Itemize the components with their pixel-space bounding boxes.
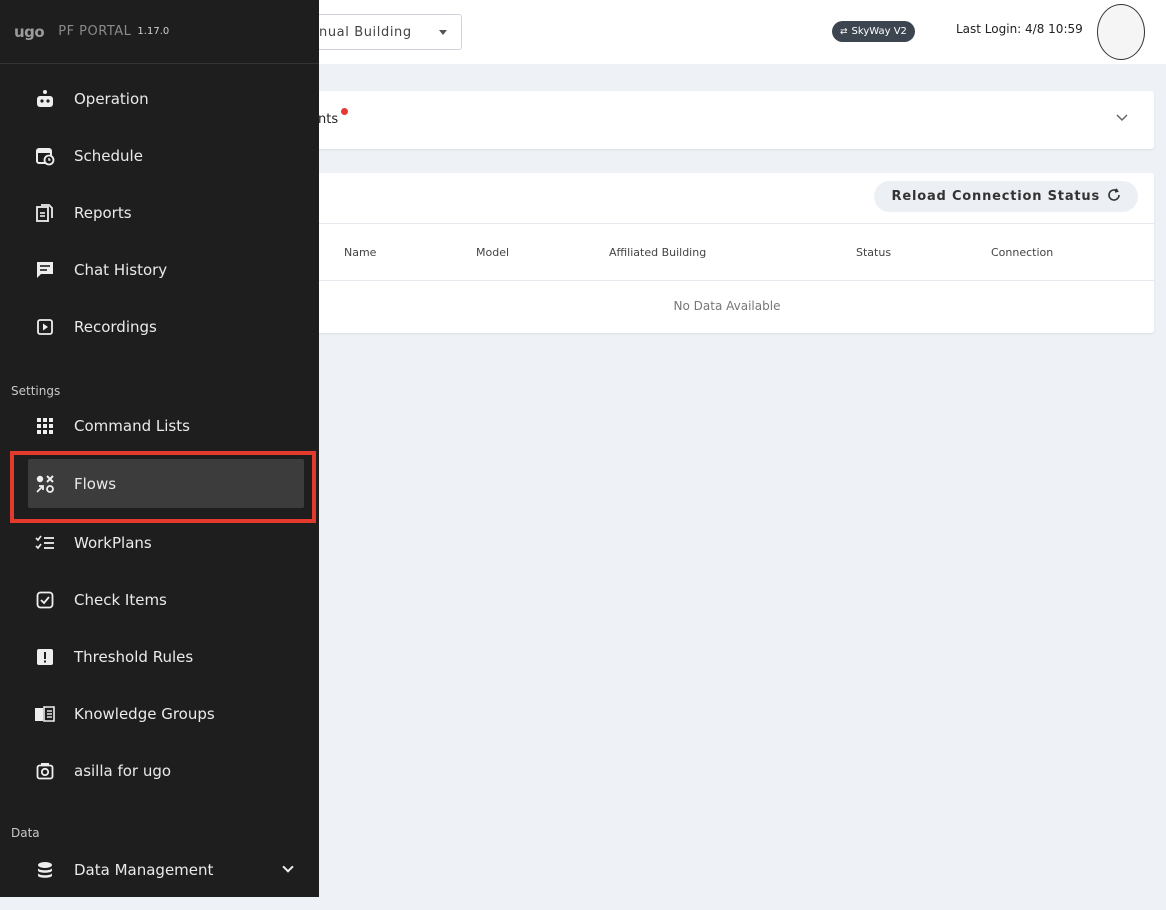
sidebar-item-check-items[interactable]: Check Items <box>28 575 304 624</box>
building-select-value: nual Building <box>319 24 412 40</box>
reload-connection-button[interactable]: Reload Connection Status <box>873 181 1138 212</box>
section-title-data: Data <box>11 826 40 840</box>
table-header: Name Model Affiliated Building Status Co… <box>300 223 1154 281</box>
sidebar-item-label: Operation <box>74 89 149 108</box>
sidebar-item-label: Recordings <box>74 317 157 336</box>
collapsible-panel[interactable]: nts <box>300 91 1154 149</box>
document-icon <box>34 202 56 224</box>
sidebar-item-schedule[interactable]: Schedule <box>28 131 304 180</box>
notification-dot <box>341 108 348 115</box>
sidebar-item-label: Data Management <box>74 860 214 879</box>
play-icon <box>34 316 56 338</box>
alert-icon <box>34 646 56 668</box>
checklist-icon <box>34 532 56 554</box>
skyway-badge-label: SkyWay V2 <box>851 26 907 37</box>
sidebar-item-recordings[interactable]: Recordings <box>28 302 304 351</box>
avatar[interactable] <box>1097 4 1145 60</box>
sidebar-item-chat-history[interactable]: Chat History <box>28 245 304 294</box>
camera-icon <box>34 760 56 782</box>
portal-name: PF PORTAL <box>58 24 132 39</box>
sidebar-item-knowledge-groups[interactable]: Knowledge Groups <box>28 689 304 738</box>
database-icon <box>34 859 56 881</box>
reload-button-label: Reload Connection Status <box>891 189 1100 204</box>
sidebar-item-data-management[interactable]: Data Management <box>28 845 294 894</box>
robot-table-card: Reload Connection Status Name Model Affi… <box>300 173 1154 333</box>
caret-down-icon <box>439 30 447 35</box>
sidebar-item-operation[interactable]: Operation <box>28 74 304 123</box>
sidebar-item-workplans[interactable]: WorkPlans <box>28 518 304 567</box>
panel-title: nts <box>318 112 339 127</box>
building-select[interactable]: nual Building <box>300 14 462 50</box>
grid-icon <box>34 415 56 437</box>
swap-icon: ⇄ <box>840 26 848 37</box>
sidebar-item-label: Threshold Rules <box>74 647 194 666</box>
chevron-down-icon[interactable] <box>1116 111 1128 125</box>
sidebar-item-asilla[interactable]: asilla for ugo <box>28 746 304 795</box>
sidebar-item-label: WorkPlans <box>74 533 152 552</box>
section-title-settings: Settings <box>11 384 61 398</box>
sidebar-item-label: Reports <box>74 203 132 222</box>
sidebar-item-label: asilla for ugo <box>74 761 172 780</box>
sidebar-header: ugo PF PORTAL 1.17.0 <box>0 0 319 64</box>
sidebar-item-label: Schedule <box>74 146 143 165</box>
version-label: 1.17.0 <box>137 26 170 37</box>
column-header-building[interactable]: Affiliated Building <box>609 246 706 259</box>
column-header-name[interactable]: Name <box>344 246 376 259</box>
sidebar-item-label: Command Lists <box>74 416 190 435</box>
sidebar-item-label: Knowledge Groups <box>74 704 215 723</box>
skyway-badge[interactable]: ⇄ SkyWay V2 <box>832 21 915 42</box>
empty-state: No Data Available <box>673 299 781 313</box>
chat-icon <box>34 259 56 281</box>
sidebar: ugo PF PORTAL 1.17.0 Operation Schedule … <box>0 0 319 897</box>
calendar-clock-icon <box>34 145 56 167</box>
robot-icon <box>34 88 56 110</box>
column-header-model[interactable]: Model <box>476 246 509 259</box>
sidebar-item-threshold-rules[interactable]: Threshold Rules <box>28 632 304 681</box>
highlight-box <box>10 451 316 523</box>
checkbox-icon <box>34 589 56 611</box>
logo[interactable]: ugo <box>14 23 45 41</box>
sidebar-item-reports[interactable]: Reports <box>28 188 304 237</box>
column-header-status[interactable]: Status <box>856 246 891 259</box>
refresh-icon <box>1106 187 1122 207</box>
last-login-text: Last Login: 4/8 10:59 <box>956 22 1083 36</box>
sidebar-item-command-lists[interactable]: Command Lists <box>28 401 304 450</box>
book-icon <box>34 703 56 725</box>
sidebar-item-label: Chat History <box>74 260 168 279</box>
sidebar-item-label: Check Items <box>74 590 167 609</box>
chevron-down-icon <box>282 861 294 873</box>
column-header-connection[interactable]: Connection <box>991 246 1053 259</box>
